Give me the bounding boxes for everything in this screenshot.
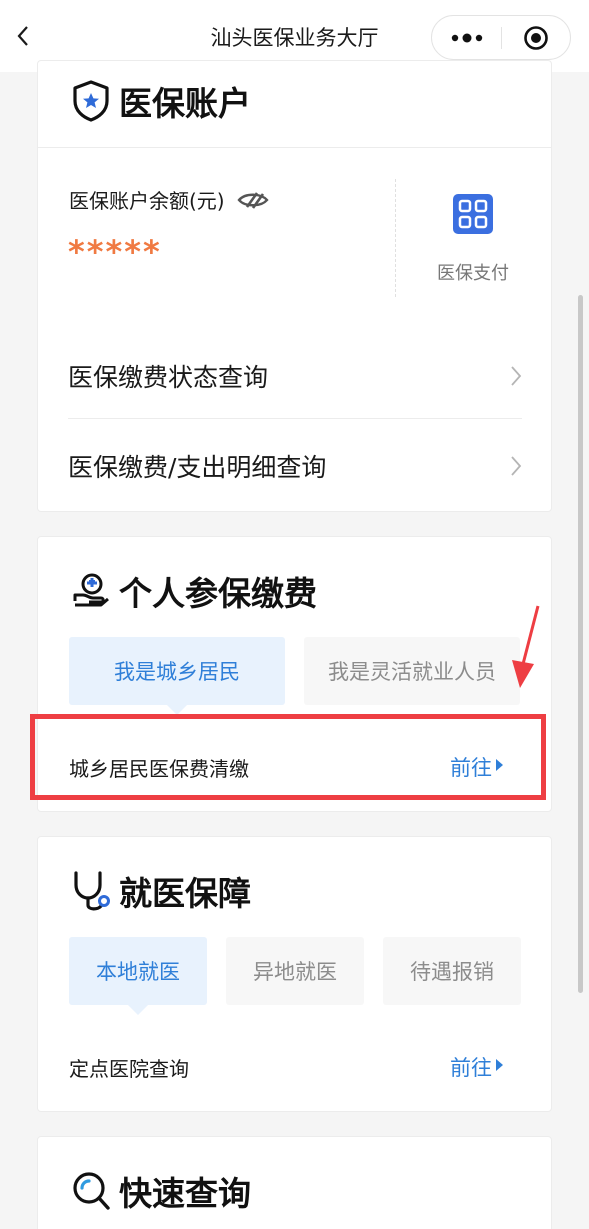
annotation-arrow (512, 605, 540, 688)
search-magnifier-icon (73, 1172, 110, 1210)
menu-item-label: 医保缴费/支出明细查询 (68, 453, 327, 482)
quick-title-text: 快速查询 (119, 1174, 251, 1213)
annotation-highlight-box (30, 714, 546, 800)
balance-value: ***** (68, 233, 162, 271)
tab-label: 异地就医 (253, 960, 337, 984)
personal-section-title: 个人参保缴费 (71, 567, 317, 615)
active-tab-pointer (128, 1005, 148, 1015)
tab-flexible-employee[interactable]: 我是灵活就业人员 (304, 637, 520, 705)
target-circle-icon (524, 25, 548, 50)
menu-item-payment-status[interactable]: 医保缴费状态查询 (68, 331, 522, 421)
designated-hospital-row[interactable]: 定点医院查询 前往 (69, 1047, 503, 1087)
medical-title-text: 就医保障 (119, 874, 251, 913)
account-header-divider (38, 147, 551, 148)
hand-medical-icon (73, 573, 109, 607)
menu-divider (68, 418, 522, 419)
menu-item-label: 医保缴费状态查询 (68, 363, 269, 392)
tab-reimbursement[interactable]: 待遇报销 (383, 937, 521, 1005)
personal-title-text: 个人参保缴费 (119, 574, 317, 613)
medical-pay-button[interactable]: 医保支付 (418, 189, 528, 289)
tab-label: 本地就医 (96, 960, 180, 984)
eye-hidden-icon (237, 191, 269, 209)
visibility-toggle[interactable] (237, 191, 269, 209)
go-link[interactable]: 前往 (450, 1052, 503, 1082)
tab-remote-medical[interactable]: 异地就医 (226, 937, 364, 1005)
tab-label: 待遇报销 (410, 960, 494, 984)
close-miniapp-button[interactable] (502, 16, 570, 59)
triangle-right-icon (496, 1059, 503, 1071)
chevron-right-icon (511, 366, 522, 386)
scrollbar[interactable] (578, 295, 583, 993)
more-button[interactable] (432, 16, 501, 59)
account-title-text: 医保账户 (119, 84, 251, 123)
tab-local-medical[interactable]: 本地就医 (69, 937, 207, 1015)
account-section-title: 医保账户 (71, 77, 251, 125)
quick-query-card: 快速查询 (37, 1136, 552, 1229)
qr-code-icon (453, 194, 493, 234)
medical-section-title: 就医保障 (71, 867, 251, 915)
menu-item-payment-detail[interactable]: 医保缴费/支出明细查询 (68, 421, 522, 511)
quick-section-title: 快速查询 (71, 1167, 251, 1215)
tab-urban-rural-resident[interactable]: 我是城乡居民 (69, 637, 285, 715)
go-link-text: 前往 (450, 1056, 492, 1080)
designated-hospital-label: 定点医院查询 (69, 1056, 189, 1081)
back-button[interactable] (8, 18, 38, 54)
tab-label: 我是灵活就业人员 (328, 660, 496, 684)
medical-security-card: 就医保障 本地就医 异地就医 待遇报销 定点医院查询 前往 (37, 836, 552, 1112)
balance-label-text: 医保账户余额(元) (69, 189, 225, 213)
medical-pay-label: 医保支付 (437, 263, 509, 284)
tab-label: 我是城乡居民 (114, 660, 240, 684)
account-card: 医保账户 医保账户余额(元) ***** 医保支付 医保缴费状态查询 医保缴费/… (37, 60, 552, 512)
more-dots-icon (451, 33, 482, 42)
balance-pay-divider (395, 179, 396, 297)
miniapp-capsule (431, 15, 571, 60)
chevron-left-icon (17, 26, 28, 46)
shield-star-icon (73, 80, 109, 122)
chevron-right-icon (511, 456, 522, 476)
stethoscope-icon (74, 871, 110, 911)
balance-label: 医保账户余额(元) (69, 185, 269, 214)
